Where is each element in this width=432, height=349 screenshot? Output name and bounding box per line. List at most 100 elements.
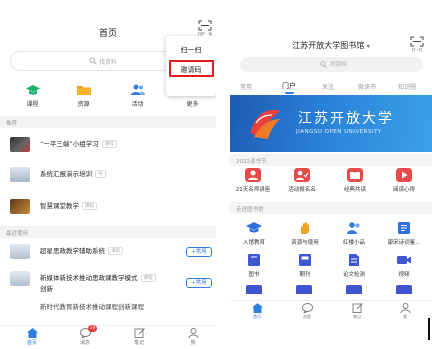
item-label: 期刊 <box>299 272 311 278</box>
tab-home[interactable]: 首页 <box>242 303 272 320</box>
library-name: 江苏开放大学图书馆 <box>292 41 365 50</box>
section-header-festival: 2022读书节 <box>230 154 432 166</box>
banner-subtitle: JIANGSU OPEN UNIVERSITY <box>296 129 382 135</box>
tab-me[interactable]: 我 <box>390 303 420 320</box>
library-item-journals[interactable]: 期刊 <box>283 253 327 278</box>
banner-title: 江苏开放大学 <box>298 111 394 127</box>
nav-label: 资源 <box>77 101 90 108</box>
partial-icon <box>246 285 262 294</box>
unread-badge: 19 <box>88 325 97 332</box>
tab-knowledge-circle[interactable]: 知识圈 <box>398 82 416 91</box>
library-item-thesis-check[interactable]: 论文检测 <box>332 253 376 278</box>
tab-notes[interactable]: 笔记 <box>342 303 372 320</box>
list-item[interactable]: 新时代教育新技术推动课程创新课程 <box>10 300 210 310</box>
item-tag: 课程 <box>101 140 117 148</box>
festival-item-read-together[interactable]: 经典共读 <box>333 168 377 193</box>
tab-weidushu[interactable]: 微读书 <box>358 82 376 91</box>
item-label: 图书 <box>248 272 260 278</box>
left-phone-home: 首页 扫码入库 找资料 课程 资源 活动 更多 推荐 “一平三端”小组学习 课程… <box>0 0 216 349</box>
item-title: 新媒体新技术推动思政课教学模式 <box>40 274 138 282</box>
nav-course[interactable]: 课程 <box>12 84 53 108</box>
edge-marker <box>428 318 430 340</box>
nav-label: 课程 <box>26 101 39 108</box>
item-label: 康宋诗词鉴... <box>387 240 421 246</box>
add-favorite-button[interactable]: +常用 <box>186 247 212 257</box>
journal-icon <box>299 254 311 266</box>
tab-label: 消息 <box>303 314 311 319</box>
chat-icon <box>301 303 313 313</box>
video-icon <box>397 256 411 264</box>
signup-icon <box>294 168 310 182</box>
people-icon <box>130 84 145 95</box>
library-item-poetry[interactable]: 康宋诗词鉴... <box>382 221 426 246</box>
tab-portal[interactable]: 门户 <box>282 81 296 91</box>
people-icon <box>347 222 360 234</box>
scan-button[interactable]: 扫一扫 <box>410 36 424 53</box>
item-thumbnail <box>10 167 30 182</box>
library-item-resources[interactable]: 资源与使用 <box>283 221 327 246</box>
tab-label: 消息 <box>79 340 90 346</box>
search-input[interactable]: 找资料 <box>240 57 423 72</box>
tab-notes[interactable]: 笔记 <box>124 328 154 346</box>
partial-icon <box>296 285 312 294</box>
tab-messages[interactable]: 19 消息 <box>70 325 100 346</box>
add-favorite-button[interactable]: +常用 <box>186 278 212 288</box>
screenshot-root: 首页 扫码入库 找资料 课程 资源 活动 更多 推荐 “一平三端”小组学习 课程… <box>0 0 432 349</box>
tab-messages[interactable]: 消息 <box>292 303 322 320</box>
item-label: 资源与使用 <box>291 240 319 246</box>
item-label: 活动报名名 <box>288 187 316 193</box>
chevron-down-icon: ▾ <box>366 43 370 50</box>
highlight-box <box>169 60 214 77</box>
item-label: 论文检测 <box>342 272 365 278</box>
item-title: “一平三端”小组学习 <box>40 140 99 148</box>
tab-me[interactable]: 我 <box>178 328 208 346</box>
search-placeholder: 找资料 <box>99 59 118 66</box>
book-icon <box>248 254 260 266</box>
item-title-line2: 创新 <box>40 285 53 293</box>
menu-item-scan[interactable]: 扫一扫 <box>166 45 216 55</box>
festival-item-lecture[interactable]: 21天名师讲座 <box>231 168 275 193</box>
item-thumbnail <box>10 199 30 214</box>
tab-home[interactable]: 首页 <box>17 328 47 346</box>
tab-label: 首页 <box>26 340 37 346</box>
list-item[interactable]: 超星思政教学辅助系统 课程 <box>10 241 210 263</box>
festival-item-reading-notes[interactable]: 阅读心得 <box>382 168 426 193</box>
tab-common[interactable]: 常用 <box>240 82 252 91</box>
festival-item-signup[interactable]: 活动报名名 <box>280 168 324 193</box>
note-icon <box>352 303 363 313</box>
tab-follow[interactable]: 关注 <box>322 82 334 91</box>
partial-icon <box>346 285 362 294</box>
item-title: 系统汇报演示培训 <box>40 170 92 178</box>
search-icon <box>89 57 97 65</box>
item-title: 超星思政教学辅助系统 <box>40 247 105 255</box>
nav-label: 活动 <box>131 101 144 108</box>
item-tag: 课程 <box>108 247 123 255</box>
search-icon <box>320 61 327 68</box>
play-icon <box>396 168 412 182</box>
library-item-honglou[interactable]: 红楼小品 <box>332 221 376 246</box>
home-icon <box>26 328 38 338</box>
item-title: 新时代教育新技术推动课程创新课程 <box>40 303 144 310</box>
library-item-video[interactable]: 视频 <box>382 253 426 278</box>
item-label: 阅读心得 <box>392 187 415 193</box>
hand-icon <box>301 222 309 234</box>
list-item[interactable]: 新媒体新技术推动思政课教学模式 课程 创新 <box>10 268 210 298</box>
item-label: 21天名师讲座 <box>235 187 271 193</box>
banner[interactable]: 江苏开放大学 JIANGSU OPEN UNIVERSITY <box>230 95 432 152</box>
poem-icon <box>398 222 410 234</box>
section-header-recommend: 推荐 <box>0 116 216 128</box>
bottom-tab-bar: 首页 消息 笔记 我 <box>230 300 432 324</box>
graduation-cap-icon <box>25 85 40 95</box>
active-tab-indicator <box>285 92 294 94</box>
list-item[interactable]: 系统汇报演示培训书 <box>10 164 210 186</box>
list-item[interactable]: 智慧课堂教学 课程 <box>10 196 210 218</box>
library-item-books[interactable]: 图书 <box>232 253 276 278</box>
nav-resource[interactable]: 资源 <box>63 84 104 108</box>
nav-activity[interactable]: 活动 <box>117 84 158 108</box>
list-item[interactable]: “一平三端”小组学习 课程 <box>10 134 210 156</box>
scan-caption: 扫一扫 <box>411 48 423 52</box>
tab-label: 笔记 <box>353 314 361 319</box>
library-item-orientation[interactable]: 入馆教育 <box>232 221 276 246</box>
note-icon <box>134 328 145 338</box>
page-title[interactable]: 江苏开放大学图书馆 ▾ <box>230 40 432 51</box>
